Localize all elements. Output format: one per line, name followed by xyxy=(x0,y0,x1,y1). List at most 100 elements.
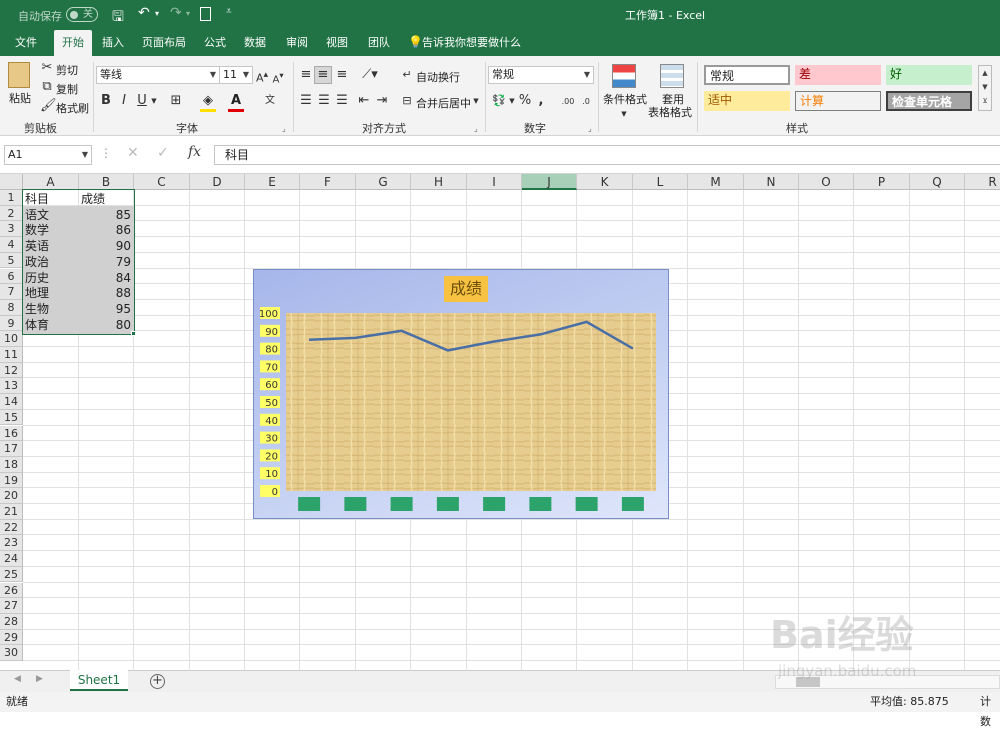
italic-icon[interactable]: I xyxy=(118,93,130,109)
row-header-12[interactable]: 12 xyxy=(0,362,23,379)
worksheet-grid[interactable]: ABCDEFGHIJKLMNOPQR 1 2 3 4 5 6 7 8 9 10 11 12 13 14 15… xyxy=(0,174,1000,670)
prev-sheet-icon[interactable]: ◀ xyxy=(14,674,21,684)
cell-a5[interactable]: 政治 xyxy=(23,254,79,270)
row-header-29[interactable]: 29 xyxy=(0,629,23,646)
row-header-10[interactable]: 10 xyxy=(0,331,23,347)
column-header-h[interactable]: H xyxy=(411,174,467,190)
wrap-text-button[interactable]: 自动换行 xyxy=(416,69,460,85)
cell-a9[interactable]: 体育 xyxy=(23,317,79,333)
tab-team[interactable]: 团队 xyxy=(364,30,394,56)
merge-center-icon[interactable]: ⊟ xyxy=(400,93,414,109)
increase-font-icon[interactable]: A▴ xyxy=(256,67,268,87)
cell-b3[interactable]: 86 xyxy=(79,222,133,238)
row-header-5[interactable]: 5 xyxy=(0,252,23,269)
cell-b9[interactable]: 80 xyxy=(79,317,133,333)
font-size-select[interactable]: 11 ▼ xyxy=(219,66,253,84)
enter-icon[interactable]: ✓ xyxy=(157,145,169,161)
styles-scroll[interactable]: ▲ ▼ ⊻ xyxy=(978,65,992,111)
wrap-text-icon[interactable]: ↵ xyxy=(400,67,414,83)
merge-center-button[interactable]: 合并后居中 xyxy=(416,95,471,111)
select-all-corner[interactable] xyxy=(0,174,23,190)
orientation-icon[interactable]: ⟋▾ xyxy=(360,67,380,83)
cell-b5[interactable]: 79 xyxy=(79,254,133,270)
cancel-icon[interactable]: ✕ xyxy=(127,145,139,161)
row-header-23[interactable]: 23 xyxy=(0,535,23,552)
dialog-launcher-icon[interactable]: ⌟ xyxy=(474,124,478,133)
column-header-e[interactable]: E xyxy=(245,174,300,190)
column-header-l[interactable]: L xyxy=(633,174,688,190)
chevron-down-icon[interactable]: ▼ xyxy=(150,93,158,109)
currency-icon[interactable]: 💱 xyxy=(490,93,508,109)
conditional-format-icon[interactable] xyxy=(612,64,636,88)
new-document-icon[interactable] xyxy=(200,7,211,21)
row-header-21[interactable]: 21 xyxy=(0,504,23,520)
next-sheet-icon[interactable]: ▶ xyxy=(36,674,43,684)
row-header-18[interactable]: 18 xyxy=(0,456,23,473)
row-header-19[interactable]: 19 xyxy=(0,472,23,489)
column-header-c[interactable]: C xyxy=(134,174,190,190)
tab-home[interactable]: 开始 xyxy=(54,30,92,56)
cell-a7[interactable]: 地理 xyxy=(23,285,79,301)
row-header-3[interactable]: 3 xyxy=(0,221,23,238)
add-sheet-icon[interactable]: + xyxy=(150,674,165,689)
autosave-toggle[interactable]: 关 xyxy=(66,7,98,22)
tab-data[interactable]: 数据 xyxy=(240,30,270,56)
phonetic-icon[interactable]: 文 xyxy=(262,93,278,109)
column-header-k[interactable]: K xyxy=(577,174,633,190)
column-header-o[interactable]: O xyxy=(799,174,854,190)
cell-b8[interactable]: 95 xyxy=(79,301,133,317)
chart-area[interactable]: 成绩 100 90 80 70 60 50 40 30 20 10 0 xyxy=(253,269,669,519)
align-bottom-icon[interactable]: ≡ xyxy=(334,67,350,83)
paste-icon[interactable] xyxy=(8,62,30,88)
row-header-8[interactable]: 8 xyxy=(0,299,23,316)
comma-style-icon[interactable]: , xyxy=(536,93,546,109)
row-header-7[interactable]: 7 xyxy=(0,284,23,300)
column-header-b[interactable]: B xyxy=(79,174,134,190)
align-left-icon[interactable]: ☰ xyxy=(298,93,314,109)
column-header-i[interactable]: I xyxy=(467,174,522,190)
style-calculation[interactable]: 计算 xyxy=(795,91,881,111)
font-color-icon[interactable]: A xyxy=(228,93,244,112)
row-header-24[interactable]: 24 xyxy=(0,551,23,567)
name-box[interactable]: A1 ▼ xyxy=(4,145,92,165)
tab-view[interactable]: 视图 xyxy=(322,30,352,56)
tab-review[interactable]: 审阅 xyxy=(282,30,312,56)
row-header-16[interactable]: 16 xyxy=(0,425,23,442)
cell-a6[interactable]: 历史 xyxy=(23,270,79,286)
row-header-28[interactable]: 28 xyxy=(0,613,23,630)
row-header-4[interactable]: 4 xyxy=(0,237,23,253)
increase-decimal-icon[interactable]: .00 xyxy=(560,94,576,110)
row-header-20[interactable]: 20 xyxy=(0,488,23,504)
column-header-q[interactable]: Q xyxy=(910,174,965,190)
cell-a8[interactable]: 生物 xyxy=(23,301,79,317)
table-format-icon[interactable] xyxy=(660,64,684,88)
undo-icon[interactable]: ↶ xyxy=(138,5,150,21)
table-format-label-2[interactable]: 表格格式 xyxy=(648,104,692,120)
underline-icon[interactable]: U xyxy=(136,93,148,109)
decrease-indent-icon[interactable]: ⇤ xyxy=(356,93,372,109)
chevron-down-icon[interactable]: ▼ xyxy=(508,93,516,109)
formula-input[interactable]: 科目 xyxy=(214,145,1000,165)
format-painter-icon[interactable]: 🖌 xyxy=(40,98,57,114)
column-header-p[interactable]: P xyxy=(854,174,910,190)
column-header-r[interactable]: R xyxy=(965,174,1000,190)
format-painter-button[interactable]: 格式刷 xyxy=(56,100,89,116)
cell-b4[interactable]: 90 xyxy=(79,238,133,254)
row-header-27[interactable]: 27 xyxy=(0,598,23,614)
chevron-down-icon[interactable]: ▼ xyxy=(620,106,628,122)
style-bad[interactable]: 差 xyxy=(795,65,881,85)
tab-formulas[interactable]: 公式 xyxy=(200,30,230,56)
decrease-decimal-icon[interactable]: .0 xyxy=(578,94,594,110)
cut-button[interactable]: 剪切 xyxy=(56,62,78,78)
redo-dropdown-icon[interactable]: ▾ xyxy=(186,9,190,18)
function-icon[interactable]: fx xyxy=(188,144,201,160)
fill-color-icon[interactable]: ◈ xyxy=(200,93,216,112)
column-header-a[interactable]: A xyxy=(23,174,79,190)
cut-icon[interactable]: ✂ xyxy=(40,60,54,76)
row-header-25[interactable]: 25 xyxy=(0,566,23,583)
increase-indent-icon[interactable]: ⇥ xyxy=(374,93,390,109)
cell-b6[interactable]: 84 xyxy=(79,270,133,286)
undo-dropdown-icon[interactable]: ▾ xyxy=(155,9,159,18)
row-header-13[interactable]: 13 xyxy=(0,378,23,395)
cell-a3[interactable]: 数学 xyxy=(23,222,79,238)
